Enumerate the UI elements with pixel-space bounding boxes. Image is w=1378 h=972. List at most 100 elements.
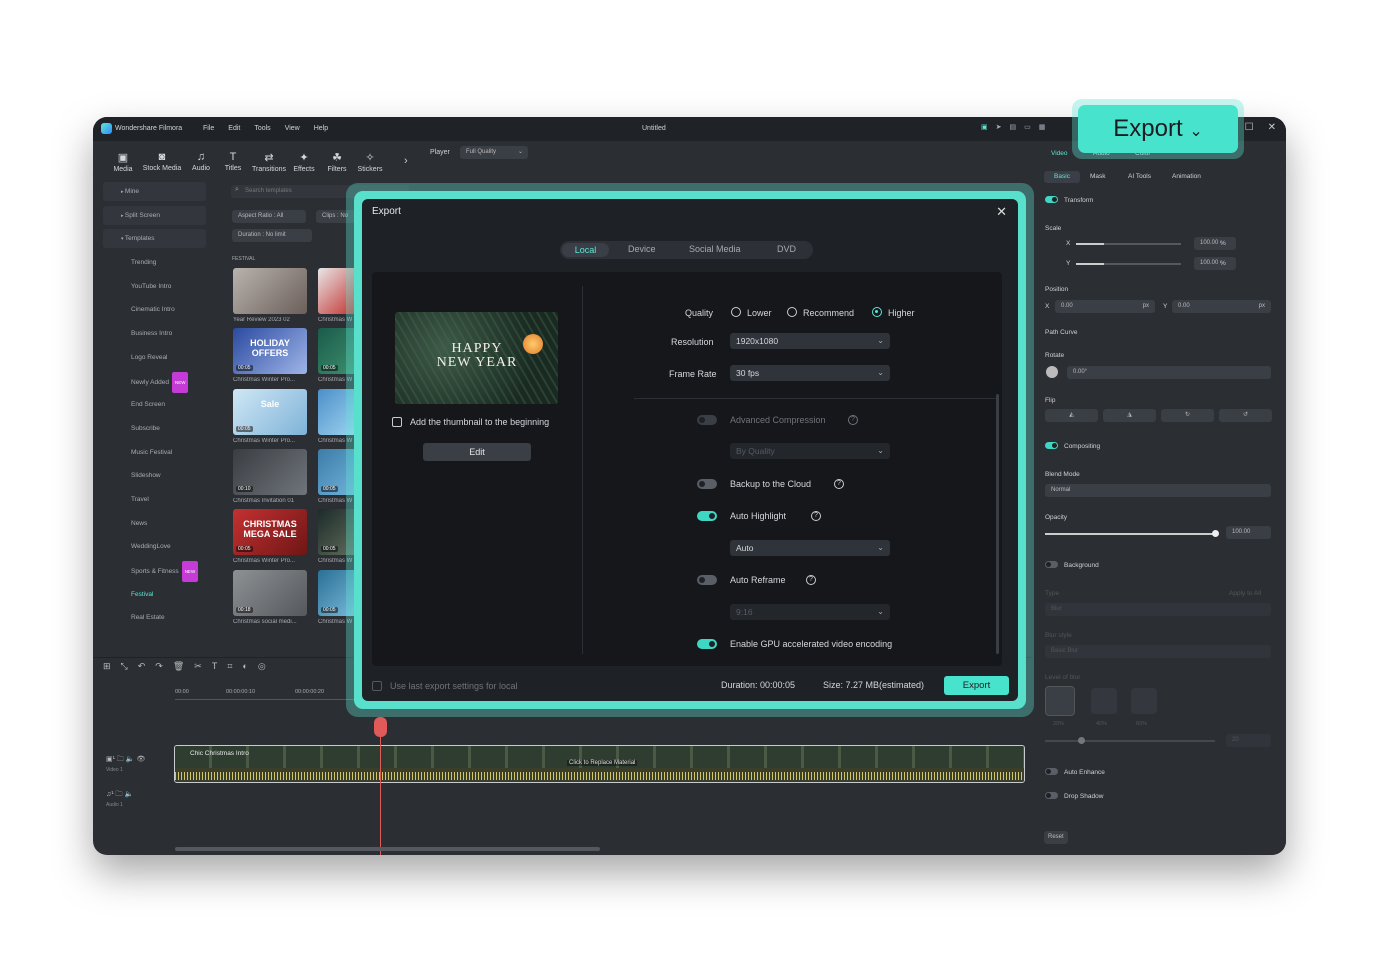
playhead[interactable] — [380, 717, 381, 855]
filter-aspect[interactable]: Aspect Ratio : All — [232, 210, 306, 223]
send-icon[interactable]: ➤ — [996, 123, 1002, 131]
quality-recommend-radio[interactable] — [787, 307, 797, 317]
speed-icon[interactable]: ◎ — [258, 661, 266, 672]
edit-button[interactable]: Edit — [423, 443, 531, 461]
layout-icon[interactable]: ▤ — [1010, 123, 1017, 131]
opacity-handle[interactable] — [1212, 530, 1219, 537]
scale-x-field[interactable]: 100.00 — [1194, 237, 1236, 250]
sidebar-item[interactable]: Real Estate — [103, 608, 206, 627]
compositing-toggle[interactable] — [1045, 442, 1058, 449]
template-thumbnail[interactable]: HOLIDAY OFFERS 00:05 — [233, 328, 307, 375]
delete-icon[interactable]: 🗑 — [173, 661, 184, 672]
auto-highlight-toggle[interactable] — [697, 511, 717, 521]
advanced-compression-toggle[interactable] — [697, 415, 717, 425]
sidebar-item[interactable]: ▾ Templates — [103, 229, 206, 249]
sidebar-item[interactable]: Music Festival — [103, 443, 206, 462]
template-thumbnail[interactable]: Sale 00:05 — [233, 388, 307, 435]
template-thumbnail[interactable]: CHRISTMAS MEGA SALE 00:05 — [233, 509, 307, 556]
rotate-cw-icon[interactable]: ↻ — [1161, 409, 1214, 422]
rotate-dial[interactable] — [1046, 366, 1058, 378]
tool-media[interactable]: ▣ Media — [103, 151, 143, 173]
tab-device[interactable]: Device — [628, 244, 656, 254]
scale-y-field[interactable]: 100.00 — [1194, 257, 1236, 270]
sidebar-item[interactable]: Slideshow — [103, 466, 206, 485]
backup-cloud-toggle[interactable] — [697, 479, 717, 489]
opacity-slider[interactable] — [1045, 533, 1215, 535]
blur-style-select[interactable]: Basic Blur — [1045, 645, 1271, 658]
redo-icon[interactable]: ↷ — [155, 661, 163, 672]
blur-level-1[interactable] — [1045, 686, 1075, 716]
maximize-icon[interactable]: ☐ — [1245, 122, 1254, 133]
template-thumbnail[interactable] — [233, 268, 307, 314]
video-clip[interactable]: Chic Christmas Intro Click to Replace Ma… — [174, 745, 1025, 783]
cut-icon[interactable]: ✂ — [194, 661, 202, 672]
blur-level-2[interactable] — [1091, 688, 1117, 714]
tab-local[interactable]: Local — [562, 243, 609, 257]
sidebar-item[interactable]: Trending — [103, 253, 206, 272]
sidebar-item[interactable]: Newly Added NEW — [103, 371, 206, 393]
resolution-select[interactable]: 1920x1080 ⌄ — [730, 333, 890, 349]
sidebar-item[interactable]: End Screen — [103, 395, 206, 414]
close-icon[interactable]: ✕ — [996, 204, 1007, 220]
gpu-toggle[interactable] — [697, 639, 717, 649]
player-quality[interactable]: Full Quality ⌄ — [460, 146, 528, 159]
subtab-mask[interactable]: Mask — [1090, 173, 1106, 180]
blur-level-3[interactable] — [1131, 688, 1157, 714]
sidebar-item[interactable]: News — [103, 514, 206, 533]
background-toggle[interactable] — [1045, 561, 1058, 568]
flip-horizontal-icon[interactable]: ◭ — [1045, 409, 1098, 422]
subtab-ai-tools[interactable]: AI Tools — [1128, 173, 1151, 180]
color-icon[interactable]: ◐ — [242, 661, 247, 672]
blur-handle[interactable] — [1078, 737, 1085, 744]
subtab-animation[interactable]: Animation — [1172, 173, 1201, 180]
quality-higher-radio[interactable] — [872, 307, 882, 317]
pointer-icon[interactable]: ⤡ — [121, 661, 128, 672]
auto-highlight-select[interactable]: Auto ⌄ — [730, 540, 890, 556]
save-icon[interactable]: ▦ — [1039, 123, 1046, 131]
sidebar-item[interactable]: Travel — [103, 490, 206, 509]
sidebar-item[interactable]: YouTube Intro — [103, 277, 206, 296]
rotate-field[interactable]: 0.00° — [1067, 366, 1271, 379]
menu-edit[interactable]: Edit — [228, 125, 240, 132]
close-window-icon[interactable]: ✕ — [1268, 122, 1276, 133]
text-icon[interactable]: T — [212, 661, 218, 672]
tab-video[interactable]: Video — [1051, 150, 1068, 157]
tab-social-media[interactable]: Social Media — [689, 244, 741, 254]
help-icon[interactable]: ? — [806, 575, 816, 585]
export-button[interactable]: Export — [944, 676, 1009, 695]
crop-icon[interactable]: ⌗ — [227, 661, 232, 672]
help-icon[interactable]: ? — [848, 415, 858, 425]
sidebar-item[interactable]: WeddingLove — [103, 537, 206, 556]
pos-y-field[interactable]: 0.00 px — [1172, 300, 1271, 313]
transform-toggle[interactable] — [1045, 196, 1058, 203]
playhead-handle[interactable] — [374, 717, 387, 737]
layout-grid-icon[interactable]: ⊞ — [103, 661, 111, 672]
template-thumbnail[interactable]: 00:18 — [233, 569, 307, 616]
menu-help[interactable]: Help — [314, 125, 328, 132]
sidebar-item[interactable]: ▸ Split Screen — [103, 205, 206, 225]
quality-lower-radio[interactable] — [731, 307, 741, 317]
sidebar-item[interactable]: Business Intro — [103, 324, 206, 343]
blur-field[interactable]: 20 — [1226, 734, 1271, 747]
help-icon[interactable]: ? — [834, 479, 844, 489]
tool-stock-media[interactable]: ◙ Stock Media — [142, 151, 182, 172]
menu-tools[interactable]: Tools — [254, 125, 270, 132]
auto-reframe-select[interactable]: 9:16 ⌄ — [730, 604, 890, 620]
audio-track-icons[interactable]: ♫¹ 🗀 🔈 — [106, 790, 133, 801]
tab-dvd[interactable]: DVD — [777, 244, 796, 254]
frame-rate-select[interactable]: 30 fps ⌄ — [730, 365, 890, 381]
scale-x-slider[interactable] — [1076, 243, 1181, 245]
filter-duration[interactable]: Duration : No limit — [232, 229, 312, 242]
drop-shadow-toggle[interactable] — [1045, 792, 1058, 799]
menu-view[interactable]: View — [285, 125, 300, 132]
tool-stickers[interactable]: ✧ Stickers — [350, 151, 390, 173]
blend-mode-select[interactable]: Normal — [1045, 484, 1271, 497]
sidebar-item[interactable]: Subscribe — [103, 419, 206, 438]
chevron-right-icon[interactable]: › — [404, 155, 408, 167]
gift-icon[interactable]: ▣ — [981, 123, 988, 131]
pos-x-field[interactable]: 0.00 px — [1055, 300, 1155, 313]
use-last-checkbox[interactable] — [372, 681, 382, 691]
settings-scrollbar[interactable] — [996, 394, 999, 654]
help-icon[interactable]: ? — [811, 511, 821, 521]
add-thumbnail-checkbox[interactable] — [392, 417, 402, 427]
